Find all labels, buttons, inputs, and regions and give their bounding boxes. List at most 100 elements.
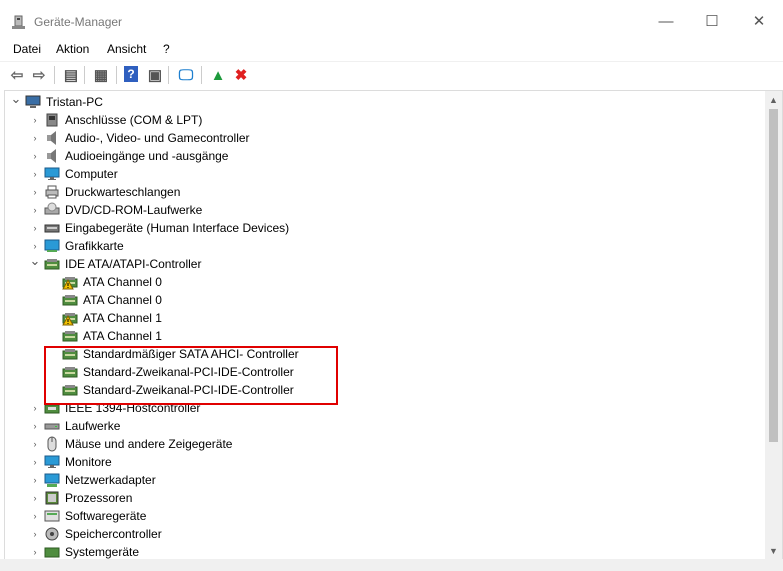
tree-item-label: Netzwerkadapter	[65, 473, 156, 487]
category-item[interactable]: ⌄ IDE ATA/ATAPI-Controller	[30, 253, 202, 273]
category-item[interactable]: › Prozessoren	[30, 489, 133, 507]
collapsed-chevron-icon[interactable]: ›	[30, 223, 40, 233]
maximize-button[interactable]: ☐	[689, 6, 735, 36]
menu-aktion[interactable]: Aktion	[56, 42, 89, 56]
back-arrow-icon[interactable]: ⇦	[8, 66, 26, 84]
device-manager-icon	[10, 15, 26, 31]
category-item[interactable]: › Computer	[30, 165, 118, 183]
ide-controller-icon	[62, 292, 78, 308]
update-driver-icon[interactable]: ▲	[209, 66, 227, 84]
port-icon	[44, 112, 60, 128]
category-item[interactable]: › Grafikkarte	[30, 237, 124, 255]
category-item[interactable]: › DVD/CD-ROM-Laufwerke	[30, 201, 202, 219]
tree-item-label: Audio-, Video- und Gamecontroller	[65, 131, 250, 145]
tree-item-label: Laufwerke	[65, 419, 121, 433]
toolbar-separator	[84, 66, 85, 84]
device-item[interactable]: ATA Channel 1	[48, 309, 162, 327]
ide-controller-icon	[62, 364, 78, 380]
category-item[interactable]: › Mäuse und andere Zeigegeräte	[30, 435, 232, 453]
device-item[interactable]: Standard-Zweikanal-PCI-IDE-Controller	[48, 363, 294, 381]
forward-arrow-icon[interactable]: ⇨	[30, 66, 48, 84]
device-item[interactable]: Standard-Zweikanal-PCI-IDE-Controller	[48, 381, 294, 399]
device-item[interactable]: ATA Channel 1	[48, 327, 162, 345]
collapsed-chevron-icon[interactable]: ›	[30, 169, 40, 179]
menu-datei[interactable]: Datei	[13, 42, 41, 56]
tree-root[interactable]: ⌄ Tristan-PC	[11, 91, 103, 111]
category-item[interactable]: › Eingabegeräte (Human Interface Devices)	[30, 219, 290, 237]
tree-item-label: Audioeingänge und -ausgänge	[65, 149, 229, 163]
tree-item-label: Anschlüsse (COM & LPT)	[65, 113, 203, 127]
tree-item-label: Prozessoren	[65, 491, 133, 505]
expanded-chevron-icon[interactable]: ⌄	[30, 253, 41, 268]
category-item[interactable]: › Softwaregeräte	[30, 507, 147, 525]
collapsed-chevron-icon[interactable]: ›	[30, 421, 40, 431]
tree-item-label: ATA Channel 1	[83, 329, 162, 343]
category-item[interactable]: › Netzwerkadapter	[30, 471, 156, 489]
action-pane-icon[interactable]: ▣	[146, 66, 164, 84]
tree-item-label: Standard-Zweikanal-PCI-IDE-Controller	[83, 383, 294, 397]
category-item[interactable]: › Druckwarteschlangen	[30, 183, 181, 201]
ide-controller-icon	[62, 382, 78, 398]
disk-drive-icon	[44, 418, 60, 434]
collapsed-chevron-icon[interactable]: ›	[30, 241, 40, 251]
storage-controller-icon	[44, 526, 60, 542]
toolbar: ⇦ ⇨ ▤ ▦? ▣ 🖵 ▲ ✖	[0, 61, 783, 88]
collapsed-chevron-icon[interactable]: ›	[30, 529, 40, 539]
collapsed-chevron-icon[interactable]: ›	[30, 457, 40, 467]
ide-controller-warning-icon	[62, 274, 78, 290]
minimize-button[interactable]: —	[643, 6, 689, 36]
collapsed-chevron-icon[interactable]: ›	[30, 133, 40, 143]
collapsed-chevron-icon[interactable]: ›	[30, 151, 40, 161]
category-item[interactable]: › Audio-, Video- und Gamecontroller	[30, 129, 250, 147]
software-device-icon	[44, 508, 60, 524]
ieee1394-icon	[44, 400, 60, 416]
close-button[interactable]: ✕	[736, 6, 782, 36]
tree-item-label: ATA Channel 0	[83, 275, 162, 289]
show-hide-console-tree-icon[interactable]: ▤	[62, 66, 80, 84]
collapsed-chevron-icon[interactable]: ›	[30, 403, 40, 413]
collapsed-chevron-icon[interactable]: ›	[30, 511, 40, 521]
collapsed-chevron-icon[interactable]: ›	[30, 205, 40, 215]
collapsed-chevron-icon[interactable]: ›	[30, 493, 40, 503]
scroll-up-icon[interactable]: ▲	[765, 91, 782, 108]
device-item[interactable]: Standardmäßiger SATA AHCI- Controller	[48, 345, 299, 363]
collapsed-chevron-icon[interactable]: ›	[30, 475, 40, 485]
category-item[interactable]: › IEEE 1394-Hostcontroller	[30, 399, 201, 417]
collapsed-chevron-icon[interactable]: ›	[30, 439, 40, 449]
scan-hardware-icon[interactable]: 🖵	[177, 66, 195, 84]
device-item[interactable]: ATA Channel 0	[48, 291, 162, 309]
category-item[interactable]: › Audioeingänge und -ausgänge	[30, 147, 228, 165]
monitor-icon	[44, 166, 60, 182]
toolbar-separator	[54, 66, 55, 84]
tree-item-label: ATA Channel 0	[83, 293, 162, 307]
category-item[interactable]: › Laufwerke	[30, 417, 121, 435]
monitor-icon	[44, 454, 60, 470]
scroll-down-icon[interactable]: ▼	[765, 542, 782, 559]
tree-item-label: Grafikkarte	[65, 239, 124, 253]
tree-item-label: Speichercontroller	[65, 527, 162, 541]
scrollbar-thumb[interactable]	[769, 109, 778, 442]
category-item[interactable]: › Speichercontroller	[30, 525, 162, 543]
collapsed-chevron-icon[interactable]: ›	[30, 187, 40, 197]
help-icon[interactable]: ?	[124, 66, 138, 82]
disc-drive-icon	[44, 202, 60, 218]
expanded-chevron-icon[interactable]: ⌄	[11, 91, 22, 106]
uninstall-icon[interactable]: ✖	[232, 66, 250, 84]
menu-ansicht[interactable]: Ansicht	[107, 42, 146, 56]
ide-controller-icon	[62, 328, 78, 344]
tree-item-label: IEEE 1394-Hostcontroller	[65, 401, 201, 415]
speaker-icon	[44, 148, 60, 164]
category-item[interactable]: › Anschlüsse (COM & LPT)	[30, 111, 203, 129]
category-item[interactable]: › Systemgeräte	[30, 543, 140, 559]
menu-help[interactable]: ?	[163, 42, 170, 56]
device-item[interactable]: ATA Channel 0	[48, 273, 162, 291]
display-adapter-icon	[44, 238, 60, 254]
processor-icon	[44, 490, 60, 506]
vertical-scrollbar[interactable]: ▲ ▼	[765, 91, 782, 559]
network-adapter-icon	[44, 472, 60, 488]
collapsed-chevron-icon[interactable]: ›	[30, 547, 40, 557]
collapsed-chevron-icon[interactable]: ›	[30, 115, 40, 125]
category-item[interactable]: › Monitore	[30, 453, 112, 471]
properties-icon[interactable]: ▦	[92, 66, 110, 84]
speaker-icon	[44, 130, 60, 146]
